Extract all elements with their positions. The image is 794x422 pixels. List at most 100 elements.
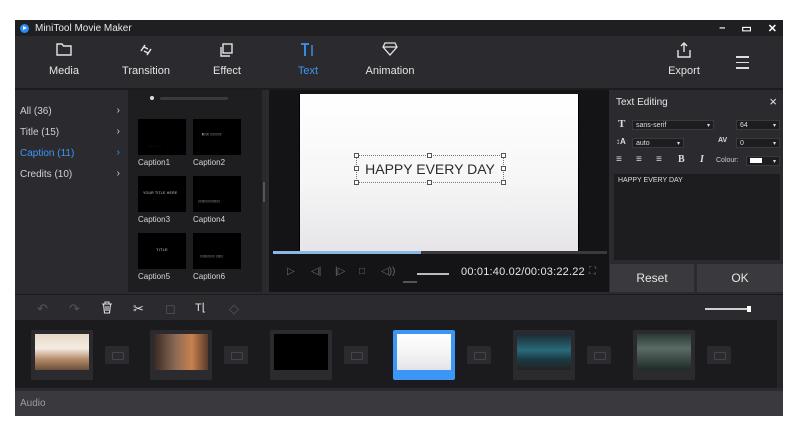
transition-slot[interactable] [224,346,248,364]
clip-4-selected[interactable] [393,330,455,380]
caption1-thumbnail[interactable]: · · · · · · [138,119,186,155]
align-center-icon[interactable]: ≡ [636,154,642,165]
maximize-button[interactable]: ▭ [741,22,751,35]
caption2-preview-text: ▮▯▯▯ ▯▯▯▯▯▯ [202,132,222,136]
zoom-slider-thumb[interactable] [747,306,751,312]
grid-scroll-thumb[interactable] [263,182,265,202]
panel-resize-handle[interactable] [403,281,417,283]
toolbar-animation-button[interactable]: Animation [355,42,425,77]
caption-text-input[interactable]: HAPPY EVERY DAY [614,174,780,260]
timeline-zoom-slider[interactable] [705,306,751,312]
font-size-select[interactable]: 64 ▾ [736,120,780,130]
category-sidebar: All (36) › Title (15) › Caption (11) › C… [15,90,127,292]
playback-time: 00:01:40.02/00:03:22.22 [461,266,585,278]
minimize-button[interactable]: – [719,22,725,34]
resize-handle[interactable] [354,166,359,171]
close-icon[interactable]: × [769,94,777,109]
transition-icon [111,42,181,60]
undo-icon[interactable]: ↶ [37,301,48,317]
menu-icon[interactable] [736,56,749,73]
clip-5[interactable] [513,330,575,380]
reset-button[interactable]: Reset [610,264,694,292]
clip-2-thumbnail [154,334,208,370]
caption6-label: Caption6 [193,272,226,281]
clip-3[interactable] [270,330,332,380]
colour-label: Colour: [716,157,739,164]
colour-select[interactable]: ▾ [746,156,780,166]
resize-handle[interactable] [501,180,506,185]
stop-icon[interactable]: □ [359,266,365,277]
category-all-label: All (36) [20,106,52,117]
transition-slot[interactable] [344,346,368,364]
toolbar-media-button[interactable]: Media [29,42,99,77]
caption6-thumbnail[interactable]: ▯▯▯▯▯▯▯▯ ▯▯▯▯ [193,233,241,269]
bold-icon[interactable]: B [678,154,685,165]
category-title-label: Title (15) [20,127,60,138]
caption2-thumbnail[interactable]: ▮▯▯▯ ▯▯▯▯▯▯ [193,119,241,155]
line-spacing-select[interactable]: auto ▾ [632,138,684,148]
chevron-right-icon: › [116,105,120,116]
caption4-preview-text: ▯▯▯▯▯▯▯▯▯▯▯▯ [198,199,221,203]
resize-handle[interactable] [427,180,432,185]
chevron-down-icon: ▾ [772,141,776,147]
next-frame-icon[interactable]: |▷ [335,266,345,277]
volume-slider[interactable] [417,273,449,275]
chevron-right-icon: › [116,147,120,158]
volume-icon[interactable]: ◁)) [381,266,395,277]
category-title[interactable]: Title (15) › [20,126,120,141]
caption4-label: Caption4 [193,215,226,224]
ok-button[interactable]: OK [697,264,783,292]
chevron-down-icon: ▾ [772,159,776,165]
font-family-select[interactable]: sans-serif ▾ [632,120,714,130]
prev-frame-icon[interactable]: ◁| [311,266,321,277]
redo-icon[interactable]: ↷ [69,301,80,317]
close-window-button[interactable]: ✕ [768,22,777,35]
transition-slot[interactable] [105,346,129,364]
add-text-icon[interactable]: T⌊ [195,301,206,314]
preview-screen[interactable]: HAPPY EVERY DAY [299,94,579,254]
title-bar: MiniTool Movie Maker – ▭ ✕ [15,20,783,36]
italic-icon[interactable]: I [700,154,704,165]
delete-icon[interactable] [101,301,113,317]
transition-slot[interactable] [707,346,731,364]
resize-handle[interactable] [427,153,432,158]
toolbar-text-button[interactable]: Text [273,42,343,77]
resize-handle[interactable] [354,153,359,158]
audio-track[interactable]: Audio [15,391,783,416]
resize-handle[interactable] [354,180,359,185]
playback-progress-fill [273,251,421,254]
crop-icon[interactable]: ◻ [165,301,176,317]
clip-2[interactable] [150,330,212,380]
fullscreen-icon[interactable]: ⛶ [589,266,596,277]
playback-progress[interactable] [273,251,607,254]
chevron-right-icon: › [116,168,120,179]
caption3-thumbnail[interactable]: YOUR TITLE HERE [138,176,186,212]
toolbar-effect-button[interactable]: Effect [192,42,262,77]
export-button[interactable]: Export [649,42,719,77]
char-spacing-select[interactable]: 0 ▾ [736,138,780,148]
play-icon[interactable]: ▷ [287,266,295,277]
resize-handle[interactable] [501,166,506,171]
grid-scrollbar[interactable] [262,90,266,292]
align-right-icon[interactable]: ≡ [656,154,662,165]
category-caption[interactable]: Caption (11) › [20,147,120,162]
diamond-icon [355,42,425,60]
toolbar-transition-button[interactable]: Transition [111,42,181,77]
caption5-thumbnail[interactable]: TITLE [138,233,186,269]
clip-6[interactable] [633,330,695,380]
caption4-thumbnail[interactable]: ▯▯▯▯▯▯▯▯▯▯▯▯ [193,176,241,212]
transition-slot[interactable] [587,346,611,364]
category-credits[interactable]: Credits (10) › [20,168,120,183]
align-left-icon[interactable]: ≡ [616,154,622,165]
scissors-icon[interactable]: ✂ [133,301,144,317]
resize-handle[interactable] [501,153,506,158]
caption-text-box[interactable]: HAPPY EVERY DAY [356,155,504,183]
transition-slot[interactable] [467,346,491,364]
window-controls: – ▭ ✕ [719,20,777,36]
clip-3-thumbnail [274,334,328,370]
category-all[interactable]: All (36) › [20,105,120,120]
animation-icon[interactable]: ◇ [229,301,239,317]
clip-1[interactable] [31,330,93,380]
line-spacing-value: auto [636,140,650,147]
timeline-scrollbar[interactable] [777,320,783,388]
